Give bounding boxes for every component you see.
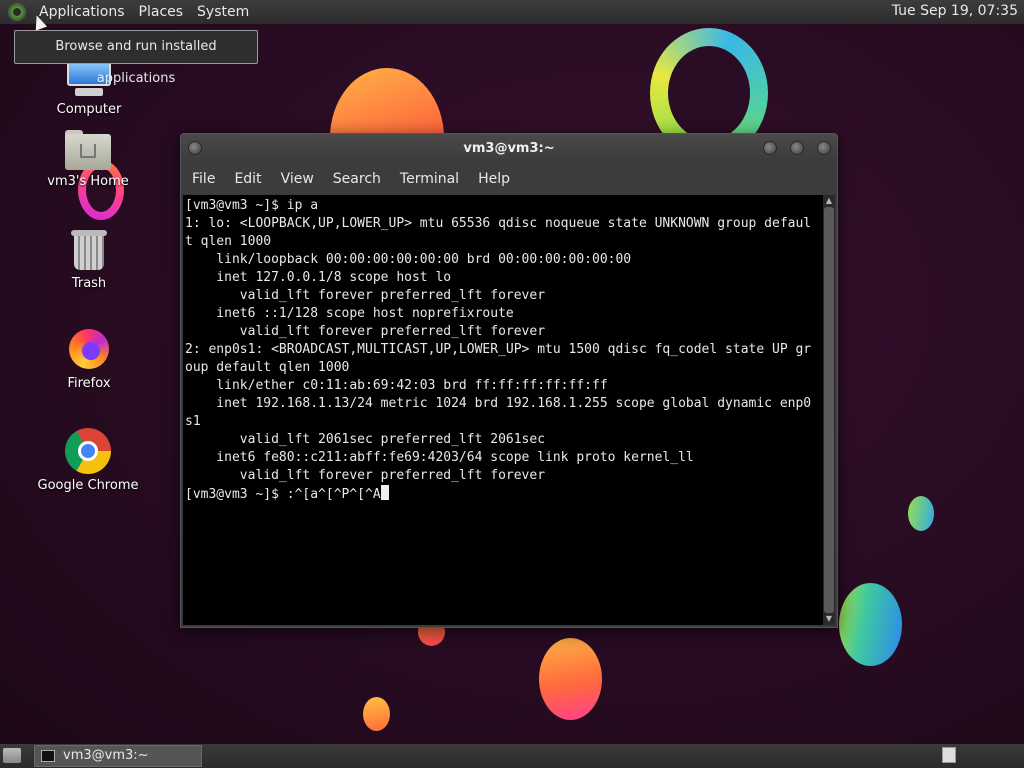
close-button[interactable]	[817, 141, 831, 155]
terminal-line: link/ether c0:11:ab:69:42:03 brd ff:ff:f…	[185, 378, 608, 393]
terminal-line: s1	[185, 414, 201, 429]
show-desktop-icon[interactable]	[3, 748, 21, 763]
terminal-menubar: File Edit View Search Terminal Help	[181, 164, 837, 194]
terminal-line: [vm3@vm3 ~]$ ip a	[185, 198, 319, 213]
window-title: vm3@vm3:~	[463, 141, 555, 156]
maximize-button[interactable]	[790, 141, 804, 155]
terminal-line: 1: lo: <LOOPBACK,UP,LOWER_UP> mtu 65536 …	[185, 216, 812, 231]
clock[interactable]: Tue Sep 19, 07:35	[892, 3, 1018, 19]
terminal-icon	[41, 750, 55, 762]
terminal-output[interactable]: [vm3@vm3 ~]$ ip a 1: lo: <LOOPBACK,UP,LO…	[183, 195, 823, 625]
system-menu[interactable]: System	[190, 4, 256, 20]
applications-menu[interactable]: Applications	[32, 4, 132, 20]
distro-logo-icon[interactable]	[8, 3, 26, 21]
terminal-window[interactable]: vm3@vm3:~ File Edit View Search Terminal…	[180, 133, 838, 628]
scroll-up-icon[interactable]: ▲	[823, 195, 835, 207]
terminal-scrollbar[interactable]: ▲ ▼	[823, 195, 835, 625]
desktop-icon-label: Computer	[56, 102, 122, 117]
desktop-icon-firefox[interactable]: Firefox	[29, 326, 149, 391]
minimize-button[interactable]	[763, 141, 777, 155]
terminal-line: inet6 ::1/128 scope host noprefixroute	[185, 306, 514, 321]
places-menu[interactable]: Places	[132, 4, 191, 20]
window-menu-button[interactable]	[188, 141, 202, 155]
terminal-line: 2: enp0s1: <BROADCAST,MULTICAST,UP,LOWER…	[185, 342, 812, 357]
desktop-icon-label: Firefox	[67, 376, 111, 391]
terminal-line: valid_lft forever preferred_lft forever	[185, 288, 546, 303]
scroll-down-icon[interactable]: ▼	[823, 613, 835, 625]
terminal-prompt-line[interactable]: [vm3@vm3 ~]$ :^[a^[^P^[^A	[185, 485, 821, 503]
home-folder-icon	[65, 130, 111, 170]
decor-bubble	[363, 697, 390, 731]
terminal-line: inet 127.0.0.1/8 scope host lo	[185, 270, 452, 285]
chrome-icon	[65, 428, 111, 474]
desktop-icon-label: Google Chrome	[37, 478, 139, 493]
decor-bubble	[539, 638, 602, 720]
window-titlebar[interactable]: vm3@vm3:~	[181, 134, 837, 164]
workspace-switcher[interactable]	[942, 747, 956, 763]
terminal-line: link/loopback 00:00:00:00:00:00 brd 00:0…	[185, 252, 632, 267]
decor-bubble	[908, 496, 934, 531]
desktop-icon-home[interactable]: vm3's Home	[28, 130, 148, 189]
terminal-line: inet6 fe80::c211:abff:fe69:4203/64 scope…	[185, 450, 694, 465]
trash-icon	[71, 230, 107, 272]
desktop-icon-chrome[interactable]: Google Chrome	[28, 428, 148, 493]
terminal-line: oup default qlen 1000	[185, 360, 350, 375]
menu-terminal[interactable]: Terminal	[392, 171, 467, 187]
terminal-line: t qlen 1000	[185, 234, 272, 249]
terminal-line: inet 192.168.1.13/24 metric 1024 brd 192…	[185, 396, 812, 411]
desktop-icon-label: vm3's Home	[47, 174, 129, 189]
taskbar-label: vm3@vm3:~	[63, 748, 149, 763]
menu-help[interactable]: Help	[470, 171, 518, 187]
firefox-icon	[66, 326, 112, 372]
menu-view[interactable]: View	[273, 171, 322, 187]
terminal-line: valid_lft 2061sec preferred_lft 2061sec	[185, 432, 546, 447]
terminal-line: valid_lft forever preferred_lft forever	[185, 468, 546, 483]
taskbar-button-terminal[interactable]: vm3@vm3:~	[34, 745, 202, 767]
scrollbar-thumb[interactable]	[824, 207, 834, 613]
bottom-panel: vm3@vm3:~	[0, 744, 1024, 768]
menu-edit[interactable]: Edit	[226, 171, 269, 187]
menu-file[interactable]: File	[184, 171, 223, 187]
decor-bubble	[839, 583, 902, 666]
text-cursor	[380, 485, 389, 500]
top-panel: Applications Places System Tue Sep 19, 0…	[0, 0, 1024, 24]
menu-search[interactable]: Search	[325, 171, 389, 187]
applications-tooltip: Browse and run installed applications	[14, 30, 258, 86]
desktop-icon-label: Trash	[71, 276, 107, 291]
terminal-prompt: [vm3@vm3 ~]$ :^[a^[^P^[^A	[185, 487, 381, 502]
terminal-line: valid_lft forever preferred_lft forever	[185, 324, 546, 339]
desktop-icon-trash[interactable]: Trash	[29, 230, 149, 291]
